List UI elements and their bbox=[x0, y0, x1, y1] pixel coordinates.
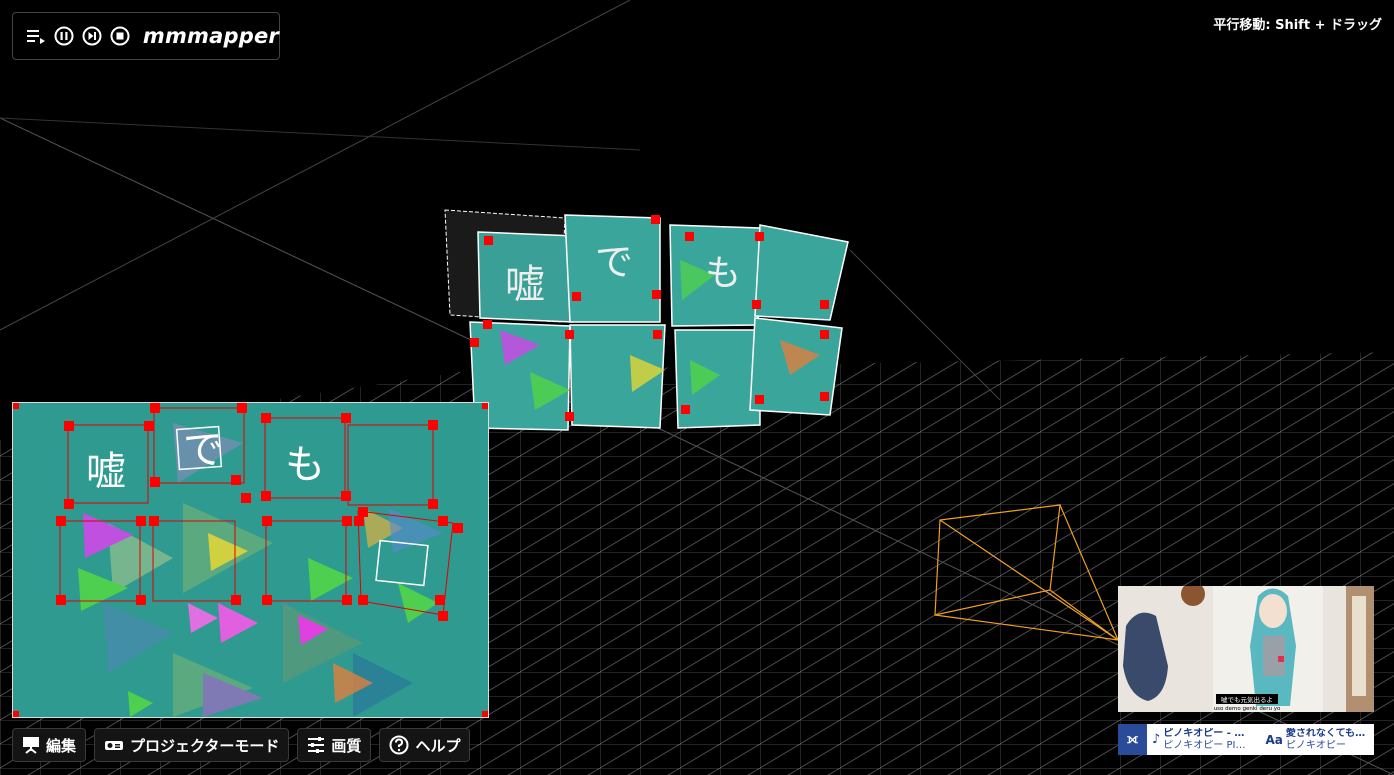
svg-text:嘘: 嘘 bbox=[505, 262, 545, 308]
song2-title: 愛されなくても君が… bbox=[1285, 727, 1372, 739]
song-info[interactable]: ♪ ピノキオピー - 愛さ… ピノキオピー PINO… bbox=[1147, 724, 1261, 755]
lyrics-info[interactable]: Aa 愛されなくても君が… ピノキオピー bbox=[1261, 724, 1375, 755]
presentation-icon bbox=[23, 737, 39, 754]
textalive-logo-icon: ⟗ bbox=[1118, 724, 1147, 755]
lyric-char-3: も bbox=[285, 442, 325, 488]
pan-hint: 平行移動: Shift + ドラッグ bbox=[1213, 18, 1382, 33]
app-title: mmmapper bbox=[142, 24, 279, 48]
video-subtitle: 嘘でも元気出るよ bbox=[1221, 695, 1273, 704]
svg-text:も: も bbox=[705, 253, 741, 294]
projector-icon bbox=[105, 741, 124, 750]
video-romaji: uso demo genki deru yo bbox=[1214, 706, 1281, 712]
song2-artist: ピノキオピー bbox=[1285, 739, 1346, 751]
edit-label: 編集 bbox=[46, 736, 77, 755]
bottom-action-bar: 編集 プロジェクターモード 画質 ヘルプ bbox=[12, 728, 471, 762]
song-info-bar: ⟗ ♪ ピノキオピー - 愛さ… ピノキオピー PINO… Aa 愛されなくても… bbox=[1118, 724, 1374, 755]
help-button[interactable]: ヘルプ bbox=[379, 728, 471, 762]
mapping-editor[interactable]: 嘘 で も bbox=[12, 402, 489, 718]
song-title: ピノキオピー - 愛さ… bbox=[1163, 727, 1249, 739]
tune-icon bbox=[308, 737, 325, 753]
skip-next-icon[interactable] bbox=[81, 24, 103, 48]
edit-button[interactable]: 編集 bbox=[12, 728, 87, 762]
lyric-char-1: 嘘 bbox=[86, 449, 126, 495]
quality-button[interactable]: 画質 bbox=[297, 728, 372, 762]
projector-mode-button[interactable]: プロジェクターモード bbox=[94, 728, 290, 762]
svg-text:で: で bbox=[595, 240, 633, 284]
playlist-icon[interactable] bbox=[25, 24, 47, 48]
font-icon: Aa bbox=[1265, 732, 1283, 747]
video-preview[interactable]: 嘘でも元気出るよ uso demo genki deru yo bbox=[1118, 586, 1374, 712]
music-note-icon: ♪ bbox=[1152, 732, 1161, 747]
projector-mode-label: プロジェクターモード bbox=[130, 736, 280, 755]
quality-label: 画質 bbox=[331, 736, 362, 755]
help-label: ヘルプ bbox=[415, 736, 461, 755]
top-toolbar: mmmapper bbox=[12, 12, 280, 60]
song-artist: ピノキオピー PINO… bbox=[1163, 739, 1249, 751]
projection-cubes: 嘘 で も bbox=[444, 209, 849, 431]
help-icon bbox=[389, 735, 409, 755]
lyric-char-2: で bbox=[183, 427, 223, 473]
stop-icon[interactable] bbox=[109, 24, 131, 48]
pause-icon[interactable] bbox=[53, 24, 75, 48]
